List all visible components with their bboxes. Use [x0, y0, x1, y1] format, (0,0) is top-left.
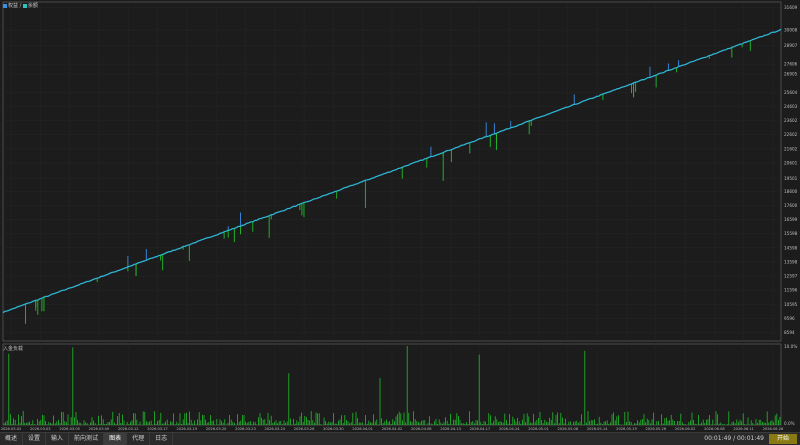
- x-tick-label: 2026.05.14: [587, 427, 608, 431]
- x-tick-label: 2026.03.20: [206, 427, 227, 431]
- x-tick-label: 2026.03.24: [264, 427, 285, 431]
- x-tick-label: 2026.05.08: [558, 427, 579, 431]
- elapsed-timer: 00:01:49 / 00:01:49: [704, 435, 764, 442]
- y-tick-label: 20601: [784, 161, 798, 166]
- x-tick-label: 2026.03.30: [323, 427, 344, 431]
- y-tick-label: 28907: [784, 43, 798, 48]
- x-tick-label: 2026.03.03: [30, 427, 51, 431]
- tab-forward-test[interactable]: 前向测试: [69, 433, 105, 445]
- sub-y-tick-label: 0.0%: [784, 421, 795, 426]
- sub-y-tick-label: 10.0%: [784, 344, 797, 349]
- x-tick-label: 2026.04.08: [411, 427, 432, 431]
- tab-settings[interactable]: 设置: [23, 433, 47, 445]
- y-tick-label: 15598: [784, 231, 798, 236]
- x-tick-label: 2026.04.13: [440, 427, 461, 431]
- y-tick-label: 21602: [784, 146, 798, 151]
- tab-agents[interactable]: 代理: [127, 433, 151, 445]
- x-tick-label: 2026.06.26: [763, 427, 784, 431]
- x-tick-label: 2026.06.02: [675, 427, 696, 431]
- x-tick-label: 2026.03.17: [147, 427, 168, 431]
- subchart-label: 入金负载: [3, 346, 24, 352]
- y-tick-label: 23602: [784, 118, 798, 123]
- y-tick-label: 11596: [784, 288, 798, 293]
- x-tick-label: 2026.04.24: [499, 427, 520, 431]
- bottom-tab-bar: 概述 设置 输入 前向测试 图表 代理 日志 00:01:49 / 00:01:…: [0, 432, 800, 445]
- y-tick-label: 18600: [784, 189, 798, 194]
- y-tick-label: 13598: [784, 259, 798, 264]
- x-tick-label: 2026.06.11: [733, 427, 754, 431]
- chart-legend: 权益 / 余额: [3, 3, 38, 9]
- y-tick-label: 26905: [784, 71, 798, 76]
- x-tick-label: 2026.03.26: [294, 427, 315, 431]
- legend-item-equity: 权益: [3, 3, 18, 9]
- x-tick-label: 2026.05.01: [528, 427, 549, 431]
- y-tick-label: 10595: [784, 302, 798, 307]
- x-tick-label: 2026.03.05: [59, 427, 80, 431]
- x-tick-label: 2026.06.08: [704, 427, 725, 431]
- tab-chart[interactable]: 图表: [104, 433, 128, 445]
- equity-chart: 31609 30008 28907 27606 26905 25604 24603 23602…: [1, 1, 798, 431]
- y-tick-label: 31609: [784, 5, 798, 10]
- y-tick-label: 9596: [784, 316, 795, 321]
- tab-overview[interactable]: 概述: [0, 433, 24, 445]
- legend-balance-label: 余额: [27, 3, 38, 9]
- tab-journal[interactable]: 日志: [150, 433, 174, 445]
- tab-inputs[interactable]: 输入: [46, 433, 70, 445]
- y-tick-label: 17600: [784, 203, 798, 208]
- x-tick-label: 2026.04.01: [352, 427, 373, 431]
- y-tick-label: 12597: [784, 274, 798, 279]
- x-tick-label: 2026.04.02: [382, 427, 403, 431]
- y-tick-label: 27606: [784, 62, 798, 67]
- legend-equity-label: 权益: [8, 3, 19, 9]
- y-tick-label: 25604: [784, 90, 798, 95]
- equity-swatch: [3, 3, 7, 8]
- y-tick-label: 30008: [784, 28, 798, 33]
- x-tick-label: 2026.03.12: [118, 427, 139, 431]
- y-tick-label: 14598: [784, 245, 798, 250]
- x-tick-label: 2026.04.17: [470, 427, 491, 431]
- x-tick-label: 2026.03.09: [89, 427, 110, 431]
- y-tick-label: 19501: [784, 176, 798, 181]
- x-tick-label: 2026.05.19: [616, 427, 637, 431]
- balance-swatch: [22, 3, 27, 8]
- start-button[interactable]: 开始: [769, 434, 797, 444]
- y-tick-label: 24603: [784, 104, 798, 109]
- x-tick-label: 2026.03.23: [235, 427, 256, 431]
- y-tick-label: 8594: [784, 330, 795, 335]
- x-tick-label: 2026.03.19: [177, 427, 198, 431]
- legend-item-balance: 余额: [22, 3, 38, 9]
- x-tick-label: 2026.05.26: [645, 427, 666, 431]
- x-tick-label: 2026.03.02: [1, 427, 22, 431]
- y-tick-label: 16599: [784, 217, 798, 222]
- y-tick-label: 22602: [784, 132, 798, 137]
